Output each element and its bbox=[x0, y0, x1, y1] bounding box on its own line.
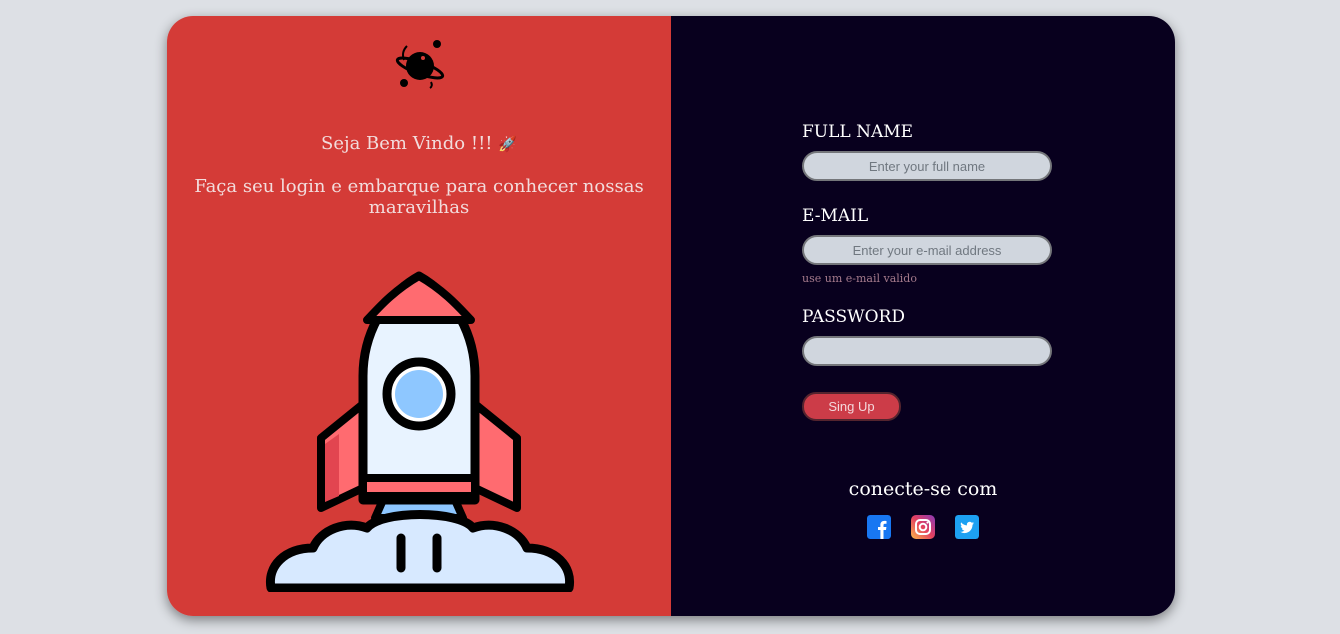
planet-logo-icon bbox=[395, 40, 445, 89]
password-label: PASSWORD bbox=[802, 307, 905, 327]
signup-form: FULL NAME E-MAIL use um e-mail valido PA… bbox=[802, 122, 1062, 421]
email-hint: use um e-mail valido bbox=[802, 272, 917, 285]
social-links bbox=[867, 515, 983, 541]
full-name-input[interactable] bbox=[802, 151, 1052, 181]
twitter-icon[interactable] bbox=[955, 515, 979, 539]
facebook-icon[interactable] bbox=[867, 515, 891, 539]
rocket-illustration-icon bbox=[265, 271, 575, 592]
welcome-heading: Seja Bem Vindo !!! 🚀 bbox=[167, 133, 671, 154]
welcome-panel: Seja Bem Vindo !!! 🚀 Faça seu login e em… bbox=[167, 16, 671, 616]
signup-button[interactable]: Sing Up bbox=[802, 392, 901, 421]
email-label: E-MAIL bbox=[802, 206, 869, 226]
welcome-subtitle: Faça seu login e embarque para conhecer … bbox=[194, 176, 644, 218]
rocket-emoji-icon: 🚀 bbox=[498, 135, 517, 153]
email-input[interactable] bbox=[802, 235, 1052, 265]
signup-card: Seja Bem Vindo !!! 🚀 Faça seu login e em… bbox=[167, 16, 1175, 616]
instagram-icon[interactable] bbox=[911, 515, 935, 539]
welcome-title: Seja Bem Vindo !!! bbox=[321, 133, 493, 154]
social-title: conecte-se com bbox=[848, 478, 998, 500]
password-input[interactable] bbox=[802, 336, 1052, 366]
full-name-label: FULL NAME bbox=[802, 122, 914, 142]
signup-panel: FULL NAME E-MAIL use um e-mail valido PA… bbox=[671, 16, 1175, 616]
